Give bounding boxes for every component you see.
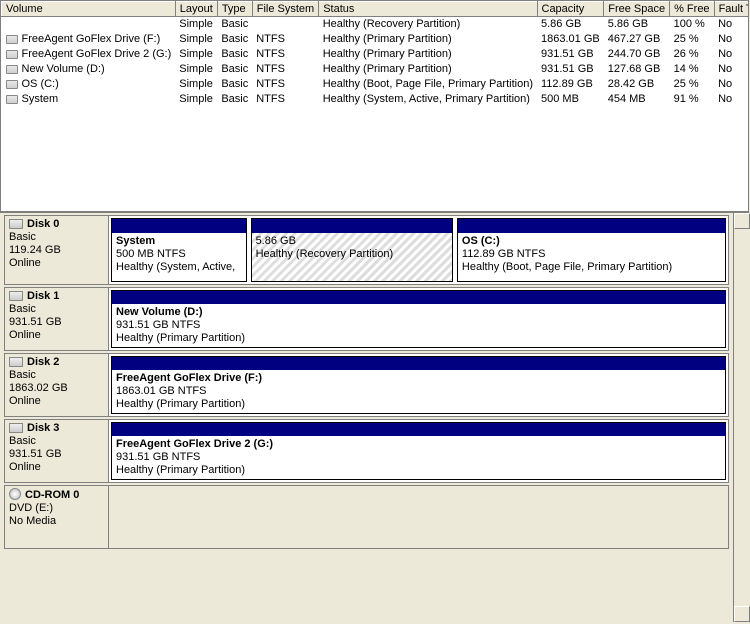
partition[interactable]: FreeAgent GoFlex Drive 2 (G:)931.51 GB N… xyxy=(111,422,726,480)
col-file-system[interactable]: File System xyxy=(252,2,318,17)
partition-strip: New Volume (D:)931.51 GB NTFSHealthy (Pr… xyxy=(108,287,729,351)
drive-icon xyxy=(6,33,22,45)
volume-row[interactable]: FreeAgent GoFlex Drive 2 (G:)SimpleBasic… xyxy=(2,47,750,62)
partition[interactable]: New Volume (D:)931.51 GB NTFSHealthy (Pr… xyxy=(111,290,726,348)
disk-info[interactable]: Disk 0Basic119.24 GBOnline xyxy=(4,215,108,285)
col-type[interactable]: Type xyxy=(217,2,252,17)
col-capacity[interactable]: Capacity xyxy=(537,2,604,17)
col--free[interactable]: % Free xyxy=(670,2,714,17)
partition-header-bar xyxy=(112,357,725,370)
partition-body: FreeAgent GoFlex Drive 2 (G:)931.51 GB N… xyxy=(112,436,725,479)
partition-body: OS (C:)112.89 GB NTFSHealthy (Boot, Page… xyxy=(458,233,725,281)
volume-row[interactable]: New Volume (D:)SimpleBasicNTFSHealthy (P… xyxy=(2,62,750,77)
volume-row[interactable]: OS (C:)SimpleBasicNTFSHealthy (Boot, Pag… xyxy=(2,77,750,92)
scroll-down-icon[interactable] xyxy=(734,606,750,622)
disk-row: Disk 3Basic931.51 GBOnlineFreeAgent GoFl… xyxy=(4,419,729,483)
col-volume[interactable]: Volume xyxy=(2,2,176,17)
volume-list[interactable]: VolumeLayoutTypeFile SystemStatusCapacit… xyxy=(0,0,749,212)
col-fault-tolerance[interactable]: Fault Tolerance xyxy=(714,2,749,17)
drive-icon xyxy=(6,93,22,105)
cdrom-icon xyxy=(9,489,25,501)
disk-row: Disk 1Basic931.51 GBOnlineNew Volume (D:… xyxy=(4,287,729,351)
partition-strip: System500 MB NTFSHealthy (System, Active… xyxy=(108,215,729,285)
partition-body: New Volume (D:)931.51 GB NTFSHealthy (Pr… xyxy=(112,304,725,347)
no-media-strip xyxy=(108,485,729,549)
partition-strip: FreeAgent GoFlex Drive 2 (G:)931.51 GB N… xyxy=(108,419,729,483)
partition[interactable]: 5.86 GBHealthy (Recovery Partition) xyxy=(251,218,453,282)
partition-header-bar xyxy=(112,219,246,233)
drive-icon xyxy=(6,48,22,60)
partition-body: System500 MB NTFSHealthy (System, Active… xyxy=(112,233,246,281)
col-status[interactable]: Status xyxy=(319,2,537,17)
disk-icon xyxy=(9,356,27,368)
col-free-space[interactable]: Free Space xyxy=(604,2,670,17)
volume-table: VolumeLayoutTypeFile SystemStatusCapacit… xyxy=(1,1,749,107)
volume-row[interactable]: SimpleBasicHealthy (Recovery Partition)5… xyxy=(2,17,750,32)
disk-graphic-pane: Disk 0Basic119.24 GBOnlineSystem500 MB N… xyxy=(0,212,749,622)
disk-info[interactable]: Disk 1Basic931.51 GBOnline xyxy=(4,287,108,351)
partition-header-bar xyxy=(252,219,452,233)
disk-row: CD-ROM 0DVD (E:)No Media xyxy=(4,485,729,549)
scroll-up-icon[interactable] xyxy=(734,213,750,229)
partition-header-bar xyxy=(112,291,725,304)
disk-info[interactable]: Disk 3Basic931.51 GBOnline xyxy=(4,419,108,483)
partition[interactable]: System500 MB NTFSHealthy (System, Active… xyxy=(111,218,247,282)
partition[interactable]: OS (C:)112.89 GB NTFSHealthy (Boot, Page… xyxy=(457,218,726,282)
partition-strip: FreeAgent GoFlex Drive (F:)1863.01 GB NT… xyxy=(108,353,729,417)
disk-row: Disk 0Basic119.24 GBOnlineSystem500 MB N… xyxy=(4,215,729,285)
partition-header-bar xyxy=(458,219,725,233)
vertical-scrollbar[interactable] xyxy=(733,213,749,622)
partition-body: FreeAgent GoFlex Drive (F:)1863.01 GB NT… xyxy=(112,370,725,413)
disk-icon xyxy=(9,218,27,230)
col-layout[interactable]: Layout xyxy=(175,2,217,17)
partition-header-bar xyxy=(112,423,725,436)
disk-info[interactable]: Disk 2Basic1863.02 GBOnline xyxy=(4,353,108,417)
drive-icon xyxy=(6,78,22,90)
partition-body: 5.86 GBHealthy (Recovery Partition) xyxy=(252,233,452,281)
disk-icon xyxy=(9,290,27,302)
drive-icon xyxy=(6,63,22,75)
disk-row: Disk 2Basic1863.02 GBOnlineFreeAgent GoF… xyxy=(4,353,729,417)
disk-icon xyxy=(9,422,27,434)
disk-info[interactable]: CD-ROM 0DVD (E:)No Media xyxy=(4,485,108,549)
volume-row[interactable]: SystemSimpleBasicNTFSHealthy (System, Ac… xyxy=(2,92,750,107)
volume-row[interactable]: FreeAgent GoFlex Drive (F:)SimpleBasicNT… xyxy=(2,32,750,47)
partition[interactable]: FreeAgent GoFlex Drive (F:)1863.01 GB NT… xyxy=(111,356,726,414)
